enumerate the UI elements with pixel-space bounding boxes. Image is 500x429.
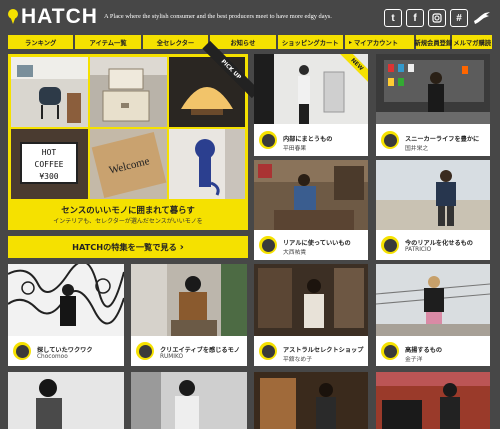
lightbox-line-1: HOT [42, 148, 57, 157]
selector-card[interactable] [8, 372, 124, 429]
card-photo [376, 160, 490, 230]
avatar [13, 342, 31, 360]
nav-news[interactable]: お知らせ [210, 35, 276, 49]
avatar [259, 131, 277, 149]
lightbox-line-2: COFFEE [35, 160, 64, 169]
nav-my-account-label: マイアカウント [353, 39, 399, 47]
card-photo [131, 372, 247, 429]
selector-card[interactable]: リアルに使っていいもの 大西祐貴 [254, 160, 368, 260]
location-pin-icon [7, 9, 19, 25]
logo-text: HATCH [21, 5, 98, 28]
selector-card[interactable]: 探していたワクワク Chocomoo [8, 264, 124, 366]
tagline: A Place where the stylish consumer and t… [104, 13, 332, 20]
social-links: t f # [384, 9, 492, 27]
selector-card[interactable] [131, 372, 247, 429]
site-header: HATCH A Place where the stylish consumer… [0, 0, 500, 34]
selector-card[interactable]: アストラルセレクトショップ 平舘なめ子 [254, 264, 368, 366]
card-selector-name: RUMIKO [160, 354, 184, 360]
main-nav: ランキング アイテム一覧 全セレクター お知らせ ショッピングカート ▸ マイアカ… [8, 35, 492, 49]
card-selector-name: 平田春果 [283, 146, 307, 152]
nav-newsletter[interactable]: メルマガ購読 [452, 35, 492, 49]
hashtag-icon[interactable]: # [450, 9, 468, 27]
nav-my-account[interactable]: ▸ マイアカウント [344, 35, 415, 49]
hatch-logo[interactable]: HATCH [7, 5, 98, 28]
card-photo [254, 160, 368, 230]
avatar [381, 131, 399, 149]
feature-subtitle: インテリアも、セレクターが選んだセンスがいいモノを [53, 218, 203, 225]
card-photo [376, 264, 490, 336]
nav-items[interactable]: アイテム一覧 [75, 35, 141, 49]
selector-card[interactable] [376, 372, 490, 429]
card-selector-name: PATRICIO [405, 247, 432, 253]
selector-card[interactable]: クリエイティブを感じるモノ RUMIKO [131, 264, 247, 366]
card-selector-name: 平舘なめ子 [283, 357, 312, 363]
selector-card[interactable]: 高揚するもの 金子洋 [376, 264, 490, 366]
card-title: リアルに使っていいもの [283, 240, 351, 247]
card-selector-name: 国井栄之 [405, 146, 429, 152]
card-title: クリエイティブを感じるモノ [160, 347, 240, 354]
card-photo [131, 264, 247, 336]
selector-card[interactable]: スニーカーライフを豊かに 国井栄之 [376, 54, 490, 156]
feature-card[interactable]: HOT COFFEE ¥300 Welcome PICK UP センスのいいモノ… [8, 40, 260, 230]
nav-selectors[interactable]: 全セレクター [142, 35, 209, 49]
card-photo [8, 264, 124, 336]
instagram-icon[interactable] [428, 9, 446, 27]
chevron-right-icon: ▸ [348, 38, 352, 46]
nav-ranking[interactable]: ランキング [8, 35, 74, 49]
card-title: 内部にまとうもの [283, 136, 333, 143]
nav-register[interactable]: 新規会員登録 [414, 35, 452, 49]
selector-card[interactable]: 今のリアルを化せるもの PATRICIO [376, 160, 490, 260]
card-photo [8, 372, 124, 429]
selector-card[interactable]: NEW 内部にまとうもの 平田春果 [254, 54, 368, 156]
card-photo [254, 372, 368, 429]
twitter-icon[interactable]: t [384, 9, 402, 27]
feature-title: センスのいいモノに囲まれて暮らす [61, 205, 195, 215]
card-selector-name: 金子洋 [405, 357, 423, 363]
card-selector-name: Chocomoo [37, 354, 68, 360]
avatar [259, 236, 277, 254]
lark-icon[interactable] [472, 9, 492, 27]
nav-cart[interactable]: ショッピングカート [277, 35, 343, 49]
card-title: スニーカーライフを豊かに [405, 136, 480, 143]
avatar [259, 342, 277, 360]
chevron-right-icon: › [179, 241, 184, 253]
card-title: 探していたワクワク [37, 347, 93, 354]
lightbox-line-3: ¥300 [39, 172, 58, 181]
card-selector-name: 大西祐貴 [283, 250, 307, 256]
all-features-button[interactable]: HATCHの特集を一覧で見る › [8, 236, 248, 258]
facebook-icon[interactable]: f [406, 9, 424, 27]
card-title: 高揚するもの [405, 347, 443, 354]
card-photo [376, 372, 490, 429]
card-photo [376, 54, 490, 124]
card-title: アストラルセレクトショップ [283, 347, 364, 354]
avatar [136, 342, 154, 360]
avatar [381, 236, 399, 254]
all-features-label: HATCHの特集を一覧で見る [72, 242, 177, 252]
card-photo [254, 264, 368, 336]
feature-collage: HOT COFFEE ¥300 Welcome [11, 57, 245, 199]
avatar [381, 342, 399, 360]
selector-card[interactable] [254, 372, 368, 429]
card-title: 今のリアルを化せるもの [405, 240, 473, 247]
